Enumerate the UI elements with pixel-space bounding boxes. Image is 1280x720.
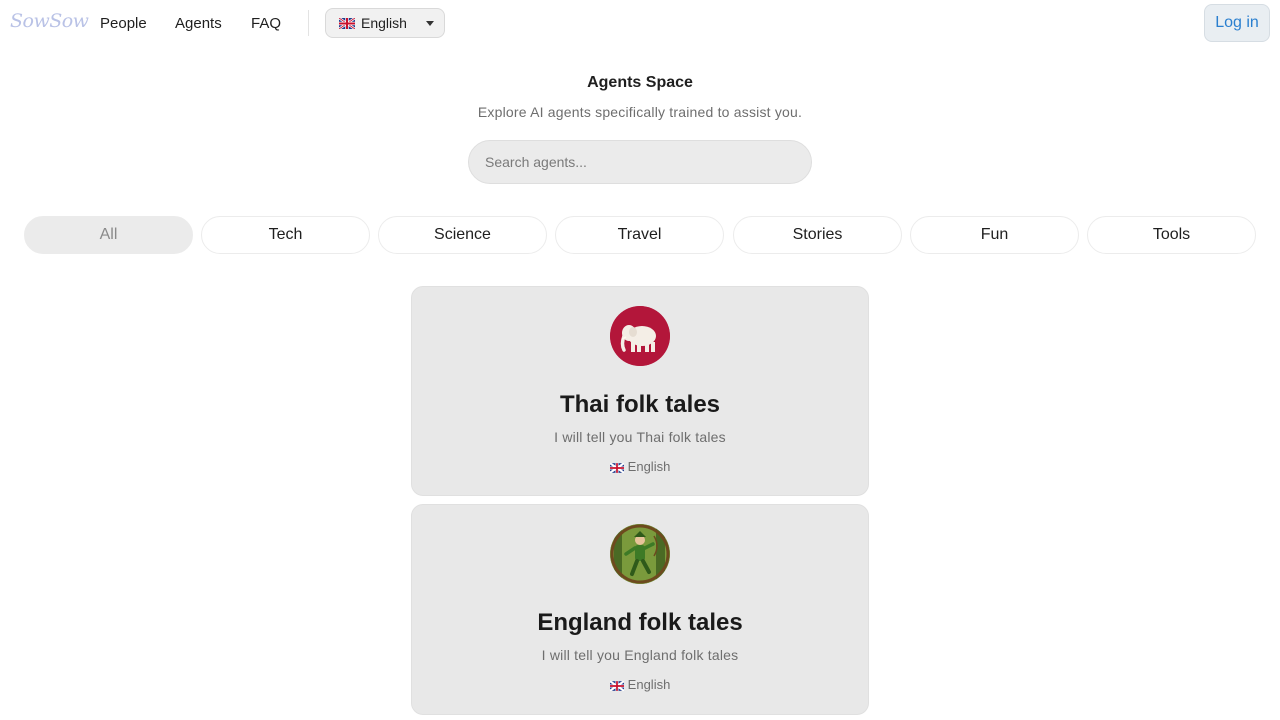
login-button[interactable]: Log in <box>1204 4 1270 42</box>
nav-people-link[interactable]: People <box>100 15 147 32</box>
category-tab-tools[interactable]: Tools <box>1087 216 1256 254</box>
white-elephant-icon <box>610 306 670 366</box>
site-logo[interactable]: SowSow <box>10 10 89 32</box>
archer-in-forest-icon <box>610 524 670 584</box>
language-select-label: English <box>361 15 407 31</box>
agent-title: Thai folk tales <box>559 391 721 418</box>
top-nav-bar: SowSow People Agents FAQ English Log in <box>0 0 1280 48</box>
language-select[interactable]: English <box>325 8 445 38</box>
agent-language-label: English <box>627 459 671 474</box>
page-subtitle: Explore AI agents specifically trained t… <box>477 104 803 120</box>
category-tab-fun[interactable]: Fun <box>910 216 1079 254</box>
agent-language: English <box>412 459 868 474</box>
agent-title: England folk tales <box>537 609 743 636</box>
agent-description: I will tell you Thai folk tales <box>554 429 726 445</box>
page-title: Agents Space <box>587 74 693 91</box>
category-tab-stories[interactable]: Stories <box>733 216 902 254</box>
agent-avatar <box>610 524 670 584</box>
nav-faq-link[interactable]: FAQ <box>251 15 281 32</box>
category-tab-science[interactable]: Science <box>378 216 547 254</box>
agent-card[interactable]: Thai folk tales I will tell you Thai fol… <box>411 286 869 496</box>
agent-language: English <box>412 677 868 692</box>
agent-card[interactable]: England folk tales I will tell you Engla… <box>411 504 869 715</box>
agent-avatar <box>610 306 670 366</box>
agent-description: I will tell you England folk tales <box>541 647 739 663</box>
uk-flag-icon <box>609 462 624 473</box>
agent-language-label: English <box>627 677 671 692</box>
uk-flag-icon <box>339 17 355 29</box>
search-input[interactable] <box>468 140 812 184</box>
nav-divider <box>308 10 309 36</box>
category-tab-all[interactable]: All <box>24 216 193 254</box>
uk-flag-icon <box>609 680 624 691</box>
nav-agents-link[interactable]: Agents <box>175 15 222 32</box>
category-tab-travel[interactable]: Travel <box>555 216 724 254</box>
category-tab-tech[interactable]: Tech <box>201 216 370 254</box>
chevron-down-icon <box>426 21 434 26</box>
